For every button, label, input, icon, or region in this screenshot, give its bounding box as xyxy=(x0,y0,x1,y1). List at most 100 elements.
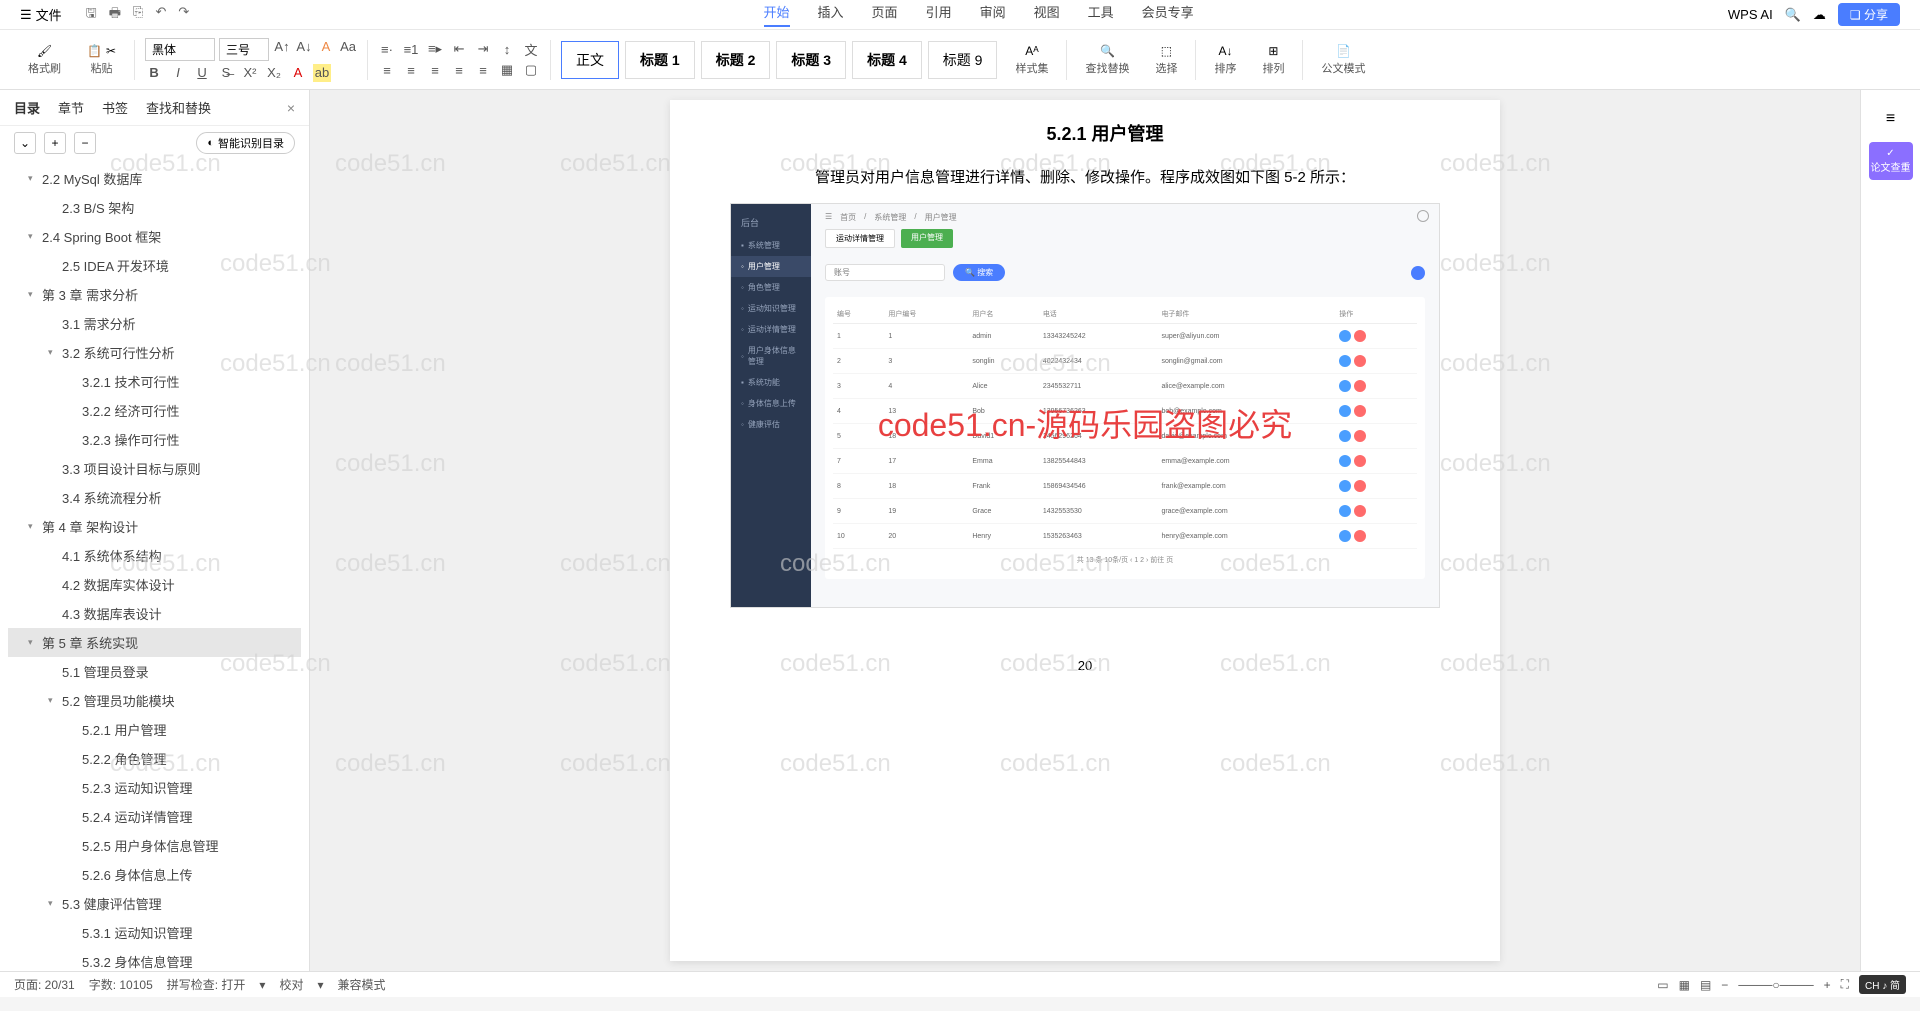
toc-item[interactable]: 5.2.5 用户身体信息管理 xyxy=(8,831,301,860)
document-area[interactable]: 5.2.1 用户管理 管理员对用户信息管理进行详情、删除、修改操作。程序成效图如… xyxy=(310,90,1860,971)
sort-group[interactable]: A↓ 排序 xyxy=(1206,44,1244,76)
select-group[interactable]: ⬚ 选择 xyxy=(1147,44,1185,76)
toc-item[interactable]: ▾第 3 章 需求分析 xyxy=(8,280,301,309)
style-h9[interactable]: 标题 9 xyxy=(928,41,998,79)
line-spacing-icon[interactable]: ↕ xyxy=(498,40,516,58)
justify-icon[interactable]: ≡ xyxy=(450,61,468,79)
view-web-icon[interactable]: ▦ xyxy=(1679,978,1690,992)
status-proof[interactable]: 校对 xyxy=(279,976,303,993)
font-size-select[interactable]: 三号 xyxy=(219,38,269,61)
toc-item[interactable]: ▾第 4 章 架构设计 xyxy=(8,512,301,541)
zoom-out-icon[interactable]: − xyxy=(1721,978,1728,992)
print-icon[interactable]: 🖶 xyxy=(109,4,121,26)
format-brush-icon[interactable]: 🖌 xyxy=(37,44,52,58)
thesis-check-button[interactable]: ✓ 论文查重 xyxy=(1869,142,1913,180)
toc-item[interactable]: 5.2.3 运动知识管理 xyxy=(8,773,301,802)
view-outline-icon[interactable]: ▤ xyxy=(1700,978,1711,992)
subscript-icon[interactable]: X₂ xyxy=(265,64,283,82)
tab-reference[interactable]: 引用 xyxy=(926,2,952,27)
zoom-slider[interactable]: ────○──── xyxy=(1738,978,1813,992)
toc-item[interactable]: ▾2.2 MySql 数据库 xyxy=(8,164,301,193)
save-icon[interactable]: 🖫 xyxy=(86,4,97,26)
style-set-group[interactable]: Aᴬ 样式集 xyxy=(1007,44,1056,76)
multilevel-icon[interactable]: ≡▸ xyxy=(426,40,444,58)
nav-add-icon[interactable]: + xyxy=(44,132,66,154)
style-h1[interactable]: 标题 1 xyxy=(625,41,695,79)
preview-icon[interactable]: ⎘ xyxy=(133,4,143,26)
align-right-icon[interactable]: ≡ xyxy=(426,61,444,79)
collapse-icon[interactable]: ≡ xyxy=(1886,110,1895,128)
status-spell[interactable]: 拼写检查: 打开 xyxy=(167,976,246,993)
toc-item[interactable]: 5.2.2 角色管理 xyxy=(8,744,301,773)
toc-item[interactable]: ▾2.4 Spring Boot 框架 xyxy=(8,222,301,251)
superscript-icon[interactable]: X² xyxy=(241,64,259,82)
tab-tools[interactable]: 工具 xyxy=(1088,2,1114,27)
file-menu[interactable]: 文件 xyxy=(36,5,62,24)
paper-mode-group[interactable]: 📄 公文模式 xyxy=(1313,44,1373,76)
zoom-in-icon[interactable]: + xyxy=(1824,978,1831,992)
font-color-icon[interactable]: A xyxy=(289,64,307,82)
find-replace-group[interactable]: 🔍 查找替换 xyxy=(1077,44,1137,76)
font-name-select[interactable]: 黑体 xyxy=(145,38,215,61)
increase-indent-icon[interactable]: ⇥ xyxy=(474,40,492,58)
numbering-icon[interactable]: ≡1 xyxy=(402,40,420,58)
cloud-icon[interactable]: ☁ xyxy=(1813,7,1826,23)
copy-icon[interactable]: 📋 xyxy=(87,44,102,58)
toc-item[interactable]: 3.2.3 操作可行性 xyxy=(8,425,301,454)
tab-review[interactable]: 审阅 xyxy=(980,2,1006,27)
distribute-icon[interactable]: ≡ xyxy=(474,61,492,79)
bold-icon[interactable]: B xyxy=(145,64,163,82)
toc-item[interactable]: 3.3 项目设计目标与原则 xyxy=(8,454,301,483)
wps-ai-button[interactable]: WPS AI xyxy=(1728,7,1773,22)
align-left-icon[interactable]: ≡ xyxy=(378,61,396,79)
clear-format-icon[interactable]: A xyxy=(317,38,335,56)
ime-badge[interactable]: CH ♪ 简 xyxy=(1859,975,1906,994)
toc-item[interactable]: 5.1 管理员登录 xyxy=(8,657,301,686)
undo-icon[interactable]: ↶ xyxy=(155,4,166,26)
nav-tab-chapter[interactable]: 章节 xyxy=(58,98,84,117)
smart-toc-button[interactable]: ◐ 智能识别目录 xyxy=(196,132,295,154)
toc-item[interactable]: 3.2.2 经济可行性 xyxy=(8,396,301,425)
toc-item[interactable]: 3.1 需求分析 xyxy=(8,309,301,338)
highlight-icon[interactable]: ab xyxy=(313,64,331,82)
shading-icon[interactable]: ▦ xyxy=(498,61,516,79)
toc-item[interactable]: ▾5.3 健康评估管理 xyxy=(8,889,301,918)
toc-item[interactable]: 5.3.2 身体信息管理 xyxy=(8,947,301,971)
underline-icon[interactable]: U xyxy=(193,64,211,82)
redo-icon[interactable]: ↷ xyxy=(178,4,189,26)
style-h3[interactable]: 标题 3 xyxy=(776,41,846,79)
toc-item[interactable]: ▾第 5 章 系统实现 xyxy=(8,628,301,657)
arrange-group[interactable]: ⊞ 排列 xyxy=(1254,44,1292,76)
nav-tab-bookmark[interactable]: 书签 xyxy=(102,98,128,117)
decrease-font-icon[interactable]: A↓ xyxy=(295,38,313,56)
status-words[interactable]: 字数: 10105 xyxy=(89,976,153,993)
toc-item[interactable]: 2.3 B/S 架构 xyxy=(8,193,301,222)
fullscreen-icon[interactable]: ⛶ xyxy=(1841,977,1849,992)
nav-dropdown-icon[interactable]: ⌄ xyxy=(14,132,36,154)
toc-item[interactable]: 4.3 数据库表设计 xyxy=(8,599,301,628)
toc-item[interactable]: 3.4 系统流程分析 xyxy=(8,483,301,512)
italic-icon[interactable]: I xyxy=(169,64,187,82)
change-case-icon[interactable]: Aa xyxy=(339,38,357,56)
tab-insert[interactable]: 插入 xyxy=(818,2,844,27)
decrease-indent-icon[interactable]: ⇤ xyxy=(450,40,468,58)
toc-item[interactable]: 5.2.1 用户管理 xyxy=(8,715,301,744)
toc-item[interactable]: 2.5 IDEA 开发环境 xyxy=(8,251,301,280)
bullets-icon[interactable]: ≡· xyxy=(378,40,396,58)
toc-item[interactable]: ▾5.2 管理员功能模块 xyxy=(8,686,301,715)
align-center-icon[interactable]: ≡ xyxy=(402,61,420,79)
share-button[interactable]: ❏ 分享 xyxy=(1838,3,1900,26)
style-h2[interactable]: 标题 2 xyxy=(701,41,771,79)
nav-tab-find[interactable]: 查找和替换 xyxy=(146,98,211,117)
style-h4[interactable]: 标题 4 xyxy=(852,41,922,79)
cut-icon[interactable]: ✂ xyxy=(106,44,116,58)
toc-item[interactable]: 5.2.4 运动详情管理 xyxy=(8,802,301,831)
borders-icon[interactable]: ▢ xyxy=(522,61,540,79)
close-nav-icon[interactable]: × xyxy=(287,100,295,116)
tab-page[interactable]: 页面 xyxy=(872,2,898,27)
toc-item[interactable]: 5.2.6 身体信息上传 xyxy=(8,860,301,889)
toc-item[interactable]: 4.2 数据库实体设计 xyxy=(8,570,301,599)
tab-member[interactable]: 会员专享 xyxy=(1142,2,1194,27)
hamburger-icon[interactable]: ☰ xyxy=(20,7,32,23)
view-page-icon[interactable]: ▭ xyxy=(1657,978,1668,992)
